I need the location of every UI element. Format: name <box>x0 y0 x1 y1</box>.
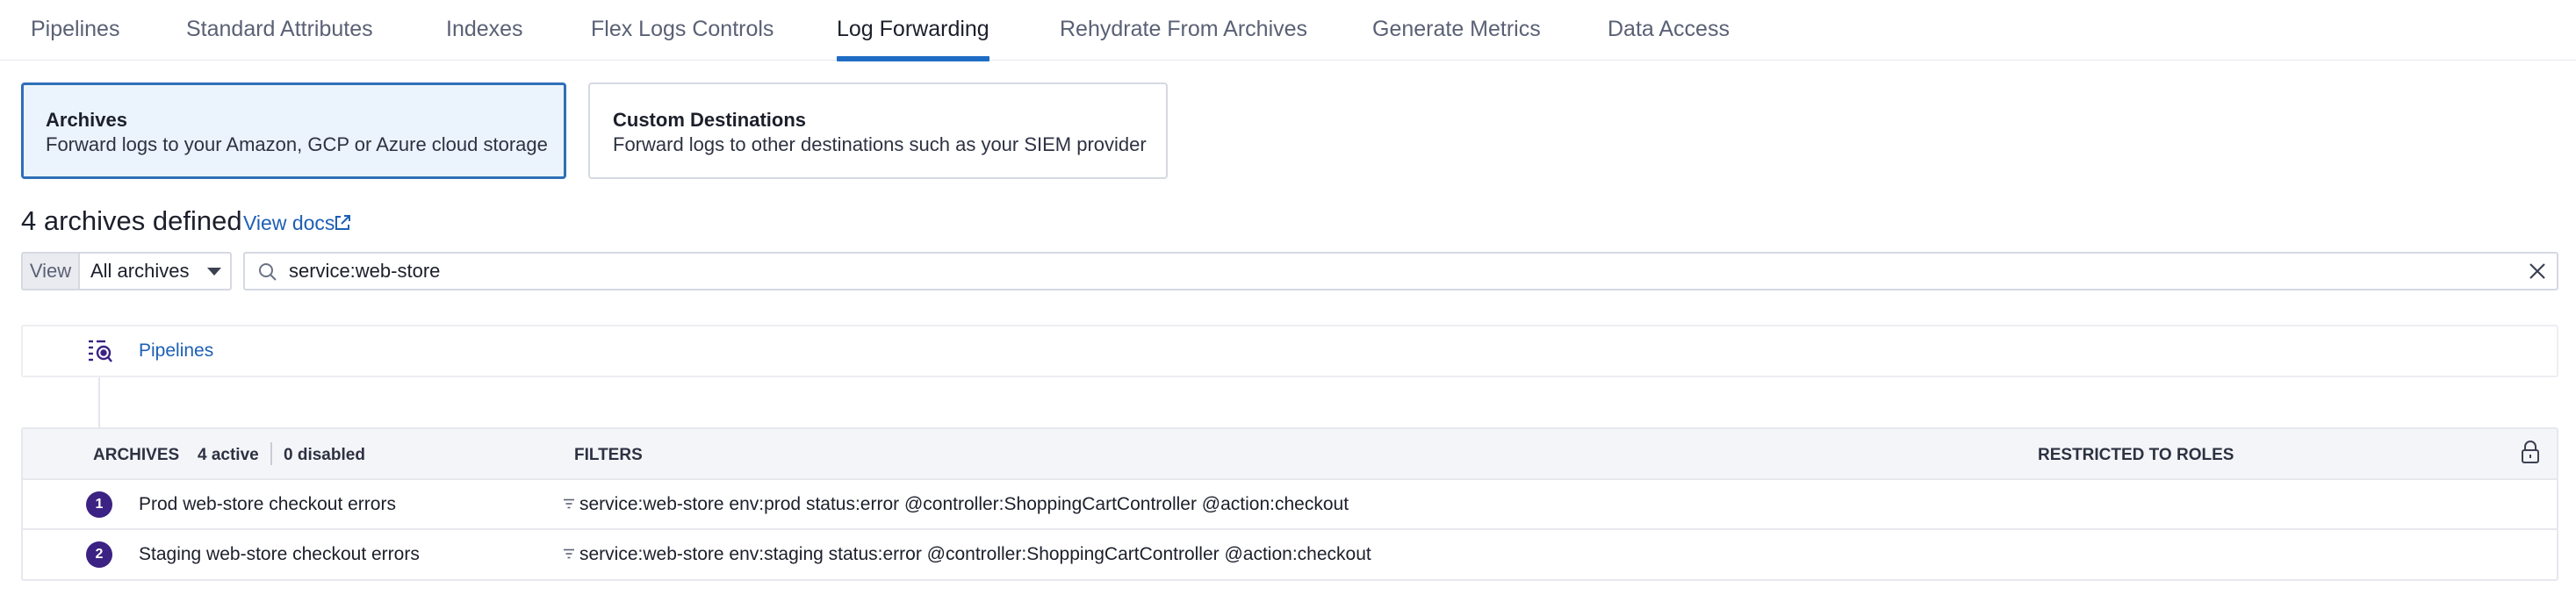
card-title: Custom Destinations <box>613 109 807 131</box>
column-restricted-to-roles: RESTRICTED TO ROLES <box>2038 446 2234 464</box>
column-filters: FILTERS <box>574 446 643 464</box>
custom-destinations-card[interactable]: Custom Destinations Forward logs to othe… <box>588 82 1168 179</box>
tab-data-access[interactable]: Data Access <box>1608 0 1730 61</box>
tab-rehydrate-from-archives[interactable]: Rehydrate From Archives <box>1060 0 1307 61</box>
table-header: ARCHIVES 4 active 0 disabled FILTERS RES… <box>23 429 2557 480</box>
view-dropdown-value: All archives <box>90 260 190 282</box>
pipeline-connector <box>98 377 100 428</box>
active-count: 4 active <box>198 446 259 464</box>
archives-table: ARCHIVES 4 active 0 disabled FILTERS RES… <box>21 427 2558 581</box>
archives-card[interactable]: Archives Forward logs to your Amazon, GC… <box>21 82 566 179</box>
archive-filter: service:web-store env:staging status:err… <box>579 544 1371 564</box>
view-label: View <box>23 254 80 289</box>
archive-name[interactable]: Staging web-store checkout errors <box>139 544 420 565</box>
column-archives: ARCHIVES <box>93 446 180 464</box>
disabled-count: 0 disabled <box>284 446 365 464</box>
tab-generate-metrics[interactable]: Generate Metrics <box>1372 0 1541 61</box>
pipelines-row: Pipelines <box>21 325 2558 377</box>
tab-pipelines[interactable]: Pipelines <box>31 0 119 61</box>
chevron-down-icon <box>207 268 221 276</box>
close-icon[interactable] <box>2527 261 2548 282</box>
archive-order-badge: 2 <box>86 541 112 568</box>
card-title: Archives <box>46 109 127 131</box>
archives-count-heading: 4 archives defined <box>21 205 242 236</box>
tab-flex-logs-controls[interactable]: Flex Logs Controls <box>591 0 774 61</box>
view-docs-link[interactable]: View docs <box>243 211 335 235</box>
divider <box>270 442 272 465</box>
tab-log-forwarding[interactable]: Log Forwarding <box>837 0 989 61</box>
search-box <box>243 252 2558 290</box>
archive-filter: service:web-store env:prod status:error … <box>579 494 1349 514</box>
pipelines-link[interactable]: Pipelines <box>139 340 213 362</box>
top-tab-bar: Pipelines Standard Attributes Indexes Fl… <box>0 0 2576 61</box>
lock-icon <box>2522 441 2539 463</box>
search-icon <box>259 263 277 281</box>
view-selector: View All archives <box>21 252 232 290</box>
external-link-icon[interactable] <box>332 212 353 233</box>
archive-name[interactable]: Prod web-store checkout errors <box>139 494 396 515</box>
search-input[interactable] <box>289 254 2484 289</box>
table-row[interactable]: 2 Staging web-store checkout errors serv… <box>23 530 2557 580</box>
filter-icon <box>564 498 574 509</box>
filter-icon <box>564 548 574 559</box>
pipelines-icon <box>89 340 112 362</box>
tab-indexes[interactable]: Indexes <box>446 0 523 61</box>
card-description: Forward logs to your Amazon, GCP or Azur… <box>46 133 548 155</box>
card-description: Forward logs to other destinations such … <box>613 133 1147 155</box>
view-dropdown[interactable]: All archives <box>80 254 230 289</box>
table-row[interactable]: 1 Prod web-store checkout errors service… <box>23 480 2557 530</box>
archive-order-badge: 1 <box>86 491 112 518</box>
tab-standard-attributes[interactable]: Standard Attributes <box>186 0 373 61</box>
